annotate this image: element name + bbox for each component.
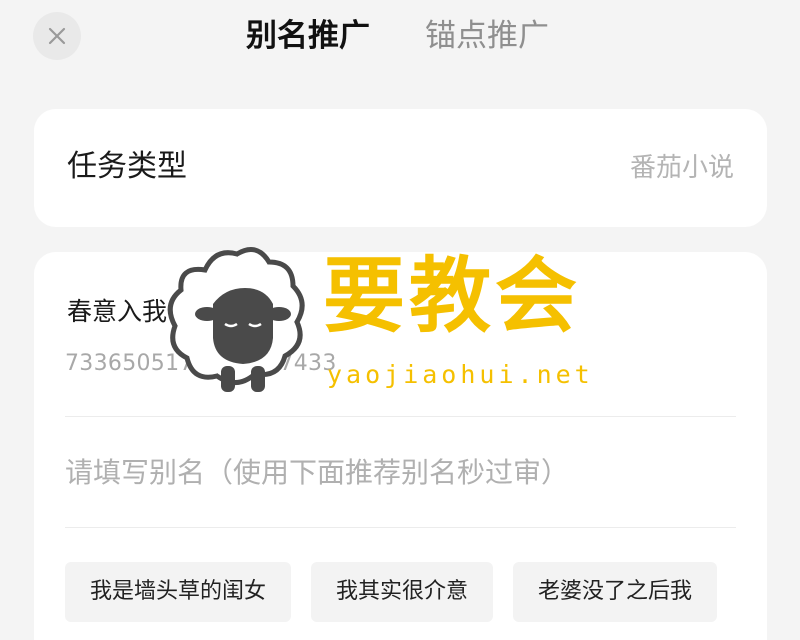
alias-input[interactable] [65, 451, 737, 495]
tab-alias-promotion[interactable]: 别名推广 [246, 14, 370, 58]
book-card: 春意入我怀 7336505171825937433 我是墙头草的闺女我其实很介意… [34, 252, 767, 640]
task-type-value: 番茄小说 [629, 153, 734, 183]
tab-anchor-promotion[interactable]: 锚点推广 [425, 14, 549, 58]
alias-promotion-page: 别名推广 锚点推广 任务类型 番茄小说 春意入我怀 73365051718259… [0, 0, 800, 640]
book-id: 7336505171825937433 [65, 351, 337, 376]
task-type-label: 任务类型 [67, 149, 187, 184]
divider [65, 416, 736, 417]
task-type-row[interactable]: 任务类型 番茄小说 [34, 109, 767, 227]
suggestion-chip[interactable]: 我其实很介意 [311, 562, 494, 622]
close-icon [48, 27, 66, 45]
close-button[interactable] [33, 12, 81, 60]
suggestion-chip[interactable]: 老婆没了之后我 [513, 562, 718, 622]
divider [65, 527, 736, 528]
book-title: 春意入我怀 [67, 297, 193, 326]
suggestion-chip[interactable]: 我是墙头草的闺女 [65, 562, 292, 622]
suggestion-chips: 我是墙头草的闺女 我其实很介意 老婆没了之后我 [65, 562, 737, 624]
